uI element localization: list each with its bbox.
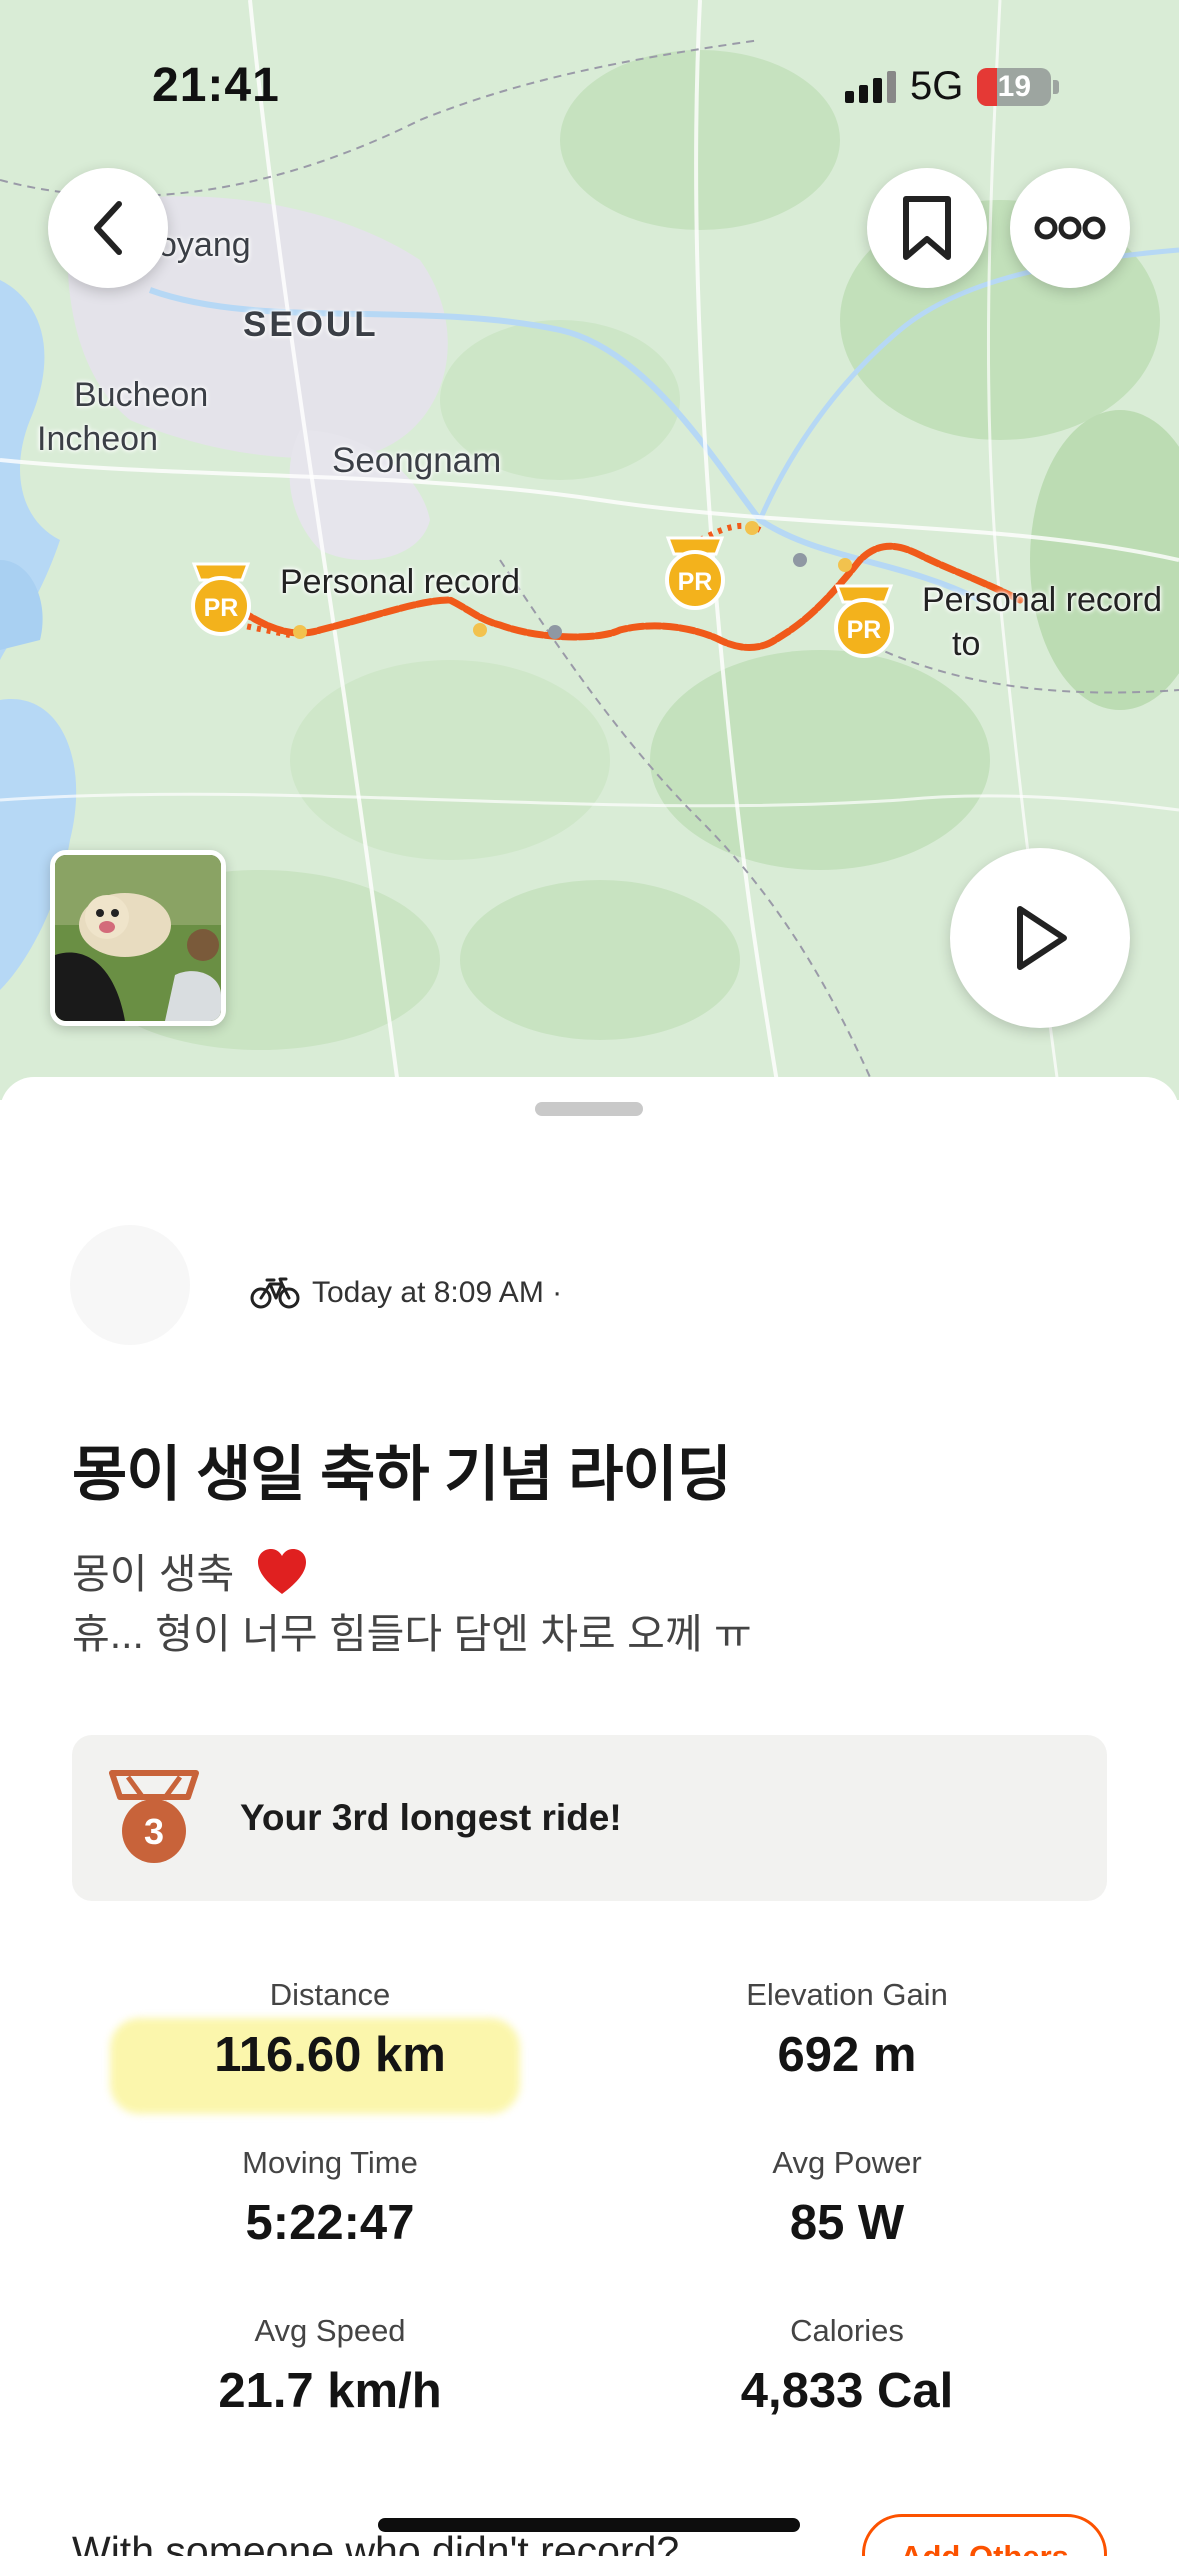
- map-label-goyang: oyang: [158, 226, 251, 264]
- stat-value: 116.60 km: [214, 2028, 446, 2082]
- stat-value: 4,833 Cal: [740, 2364, 954, 2418]
- status-time: 21:41: [152, 59, 280, 112]
- pr-badge-icon[interactable]: PR: [660, 532, 730, 612]
- map-label-incheon: Incheon: [37, 420, 158, 458]
- dog-photo: [55, 855, 221, 1021]
- play-icon: [1017, 906, 1067, 970]
- pr-badge-icon[interactable]: PR: [186, 558, 256, 638]
- stat-label: Avg Speed: [254, 2313, 406, 2348]
- stat-value: 21.7 km/h: [218, 2364, 442, 2418]
- pr-badge-label: PR: [847, 616, 882, 644]
- battery-level: 19: [997, 69, 1032, 103]
- achievement-text: Your 3rd longest ride!: [240, 1797, 622, 1838]
- stat-label: Distance: [269, 1977, 391, 2012]
- bookmark-icon: [903, 196, 951, 260]
- stat-label: Elevation Gain: [746, 1977, 948, 2012]
- play-button[interactable]: [950, 848, 1130, 1028]
- stat-avg-speed: Avg Speed 21.7 km/h: [80, 2313, 580, 2419]
- chevron-left-icon: [94, 201, 122, 255]
- more-horizontal-icon: [1034, 216, 1106, 240]
- activity-meta: Today at 8:09 AM ·: [250, 1276, 562, 1310]
- stat-calories: Calories 4,833 Cal: [597, 2313, 1097, 2419]
- pr-badge-icon[interactable]: PR: [829, 580, 899, 660]
- map-label-personal-record: Personal record: [280, 563, 521, 601]
- status-indicators: 5G 19: [845, 64, 1060, 109]
- achievement-card[interactable]: 3 Your 3rd longest ride!: [72, 1735, 1107, 1901]
- pr-badge-label: PR: [204, 594, 239, 622]
- stat-elevation-gain: Elevation Gain 692 m: [597, 1977, 1097, 2083]
- stat-label: Calories: [790, 2313, 904, 2348]
- stat-distance: Distance 116.60 km: [80, 1977, 580, 2083]
- activity-description-line-1: 몽이 생축: [72, 1540, 308, 1600]
- activity-description-line-2: 휴... 형이 너무 힘들다 담엔 차로 오께 ㅠ: [72, 1611, 752, 1657]
- with-someone-text: With someone who didn't record?: [72, 2528, 680, 2556]
- heart-icon: [257, 1549, 306, 1594]
- map-label-personal-record-2-sub: to: [952, 625, 981, 663]
- stat-label: Avg Power: [772, 2145, 922, 2180]
- route-map[interactable]: oyang SEOUL Bucheon Incheon Seongnam Per…: [0, 0, 1179, 1100]
- pr-badge-label: PR: [678, 568, 713, 596]
- signal-icon: [845, 70, 896, 103]
- battery-icon: 19: [977, 67, 1052, 106]
- stat-label: Moving Time: [242, 2145, 418, 2180]
- avatar[interactable]: [70, 1225, 190, 1345]
- add-others-button[interactable]: Add Others: [862, 2514, 1107, 2556]
- sheet-grabber[interactable]: [535, 1102, 643, 1116]
- description-text: 몽이 생축: [72, 1551, 235, 1597]
- home-indicator[interactable]: [378, 2518, 800, 2532]
- map-label-personal-record-2: Personal record: [922, 581, 1163, 619]
- medal-rank: 3: [144, 1811, 164, 1852]
- stat-value: 85 W: [789, 2196, 905, 2250]
- activity-time: Today at 8:09 AM ·: [312, 1276, 563, 1309]
- activity-photo-thumbnail[interactable]: [50, 850, 226, 1026]
- back-button[interactable]: [48, 168, 168, 288]
- map-label-seongnam: Seongnam: [332, 441, 502, 480]
- activity-title: 몽이 생일 축하 기념 라이딩: [72, 1441, 732, 1508]
- bike-icon: [250, 1277, 300, 1309]
- bookmark-button[interactable]: [867, 168, 987, 288]
- stat-moving-time: Moving Time 5:22:47: [80, 2145, 580, 2251]
- medal-icon: 3: [109, 1770, 199, 1863]
- stat-avg-power: Avg Power 85 W: [597, 2145, 1097, 2251]
- stat-value: 692 m: [777, 2028, 917, 2082]
- more-button[interactable]: [1010, 168, 1130, 288]
- map-label-bucheon: Bucheon: [74, 376, 209, 414]
- map-label-seoul: SEOUL: [243, 305, 379, 344]
- stat-value: 5:22:47: [245, 2196, 415, 2250]
- network-label: 5G: [910, 64, 964, 108]
